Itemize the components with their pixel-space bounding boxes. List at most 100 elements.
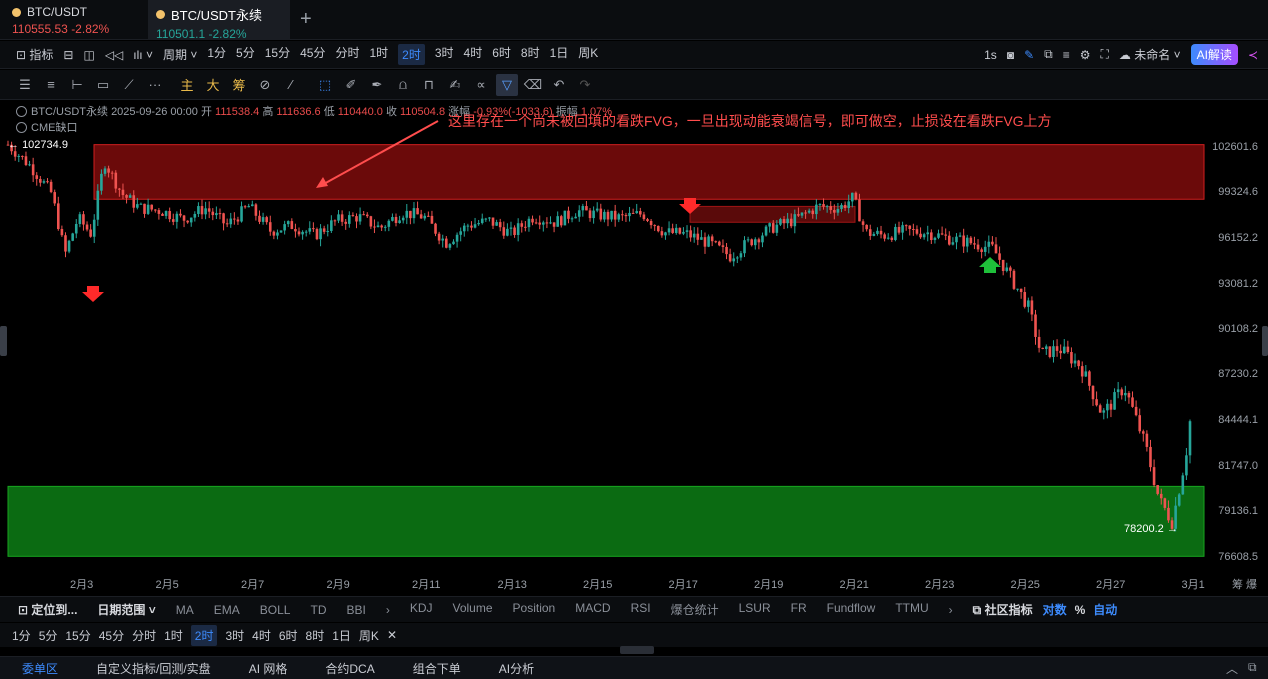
sub-indicator-8[interactable]: Fundflow [827,601,876,618]
undo-icon[interactable]: ↶ [548,74,570,96]
candle-type-icon[interactable]: ılı ˅ [133,48,153,62]
sliders-icon[interactable]: ☰ [14,74,36,96]
magnet-icon[interactable]: ∝ [470,74,492,96]
interval-8[interactable]: 4时 [464,44,483,65]
sub-indicator-9[interactable]: TTMU [895,601,928,618]
sub-indicator-6[interactable]: LSUR [739,601,771,618]
sub-indicator-3[interactable]: MACD [575,601,610,618]
filter-icon[interactable]: ▽ [496,73,518,96]
cloud-save-button[interactable]: ☁ 未命名 ˅ [1119,46,1181,63]
brush-icon[interactable]: ✒ [366,74,388,96]
interval-12[interactable]: 周K [578,44,598,65]
lock-icon[interactable]: ⊓ [418,74,440,96]
bottom-tab-5[interactable]: AI分析 [499,660,534,677]
ai-interpret-button[interactable]: AI解读 [1190,44,1238,65]
settings-icon[interactable]: ⚙ [1080,48,1091,62]
tab-btc-usdt-spot[interactable]: BTC/USDT 110555.53 -2.82% [4,0,146,40]
interval-4[interactable]: 分时 [335,44,359,65]
bottom-tab-0[interactable]: 委单区 [22,660,58,677]
sub-indicator-4[interactable]: RSI [631,601,651,618]
refresh-rate[interactable]: 1s [984,48,997,62]
interval2-2[interactable]: 15分 [65,627,90,644]
interval2-11[interactable]: 1日 [332,627,351,644]
main-indicator-3[interactable]: TD [310,603,326,617]
pencil-icon[interactable]: ✐ [340,74,362,96]
layout-icon[interactable]: ⊟ [63,48,73,62]
interval-1[interactable]: 5分 [236,44,255,65]
lines-icon[interactable]: ≡ [40,74,62,96]
main-indicator-2[interactable]: BOLL [260,603,291,617]
trash-icon[interactable]: ⌫ [522,74,544,96]
calc-icon[interactable]: ⊘ [254,74,276,96]
sub-indicator-2[interactable]: Position [513,601,556,618]
axis-right-tools[interactable]: 筹 爆 [1232,576,1257,592]
main-indicator-0[interactable]: MA [176,603,194,617]
interval2-5[interactable]: 1时 [164,627,183,644]
horizontal-line-icon[interactable]: ⊢ [66,74,88,96]
edit-icon[interactable]: ✍ [444,74,466,96]
interval2-10[interactable]: 8时 [306,627,325,644]
trendline-icon[interactable]: ⟋ [118,74,140,96]
interval2-6[interactable]: 2时 [190,624,218,646]
cme-gap-indicator[interactable]: CME缺口 [16,119,77,135]
more-icon[interactable]: ··· [144,74,166,96]
big-order-button[interactable]: 大 [202,74,224,96]
bottom-tab-1[interactable]: 自定义指标/回测/实盘 [96,660,211,677]
interval2-0[interactable]: 1分 [12,627,31,644]
interval-7[interactable]: 3时 [435,44,454,65]
camera-icon[interactable]: ◙ [1007,48,1014,62]
split-icon[interactable]: ◫ [83,48,94,62]
rectangle-icon[interactable]: ▭ [92,74,114,96]
interval2-8[interactable]: 4时 [252,627,271,644]
bottom-tab-4[interactable]: 组合下单 [413,660,461,677]
chart-area[interactable] [0,101,1268,571]
pen-icon[interactable]: ✎ [1024,48,1034,62]
percent-scale-toggle[interactable]: % [1075,603,1086,617]
indicators-button[interactable]: ⊡ 指标 [16,46,53,63]
select-icon[interactable]: ⬚ [314,74,336,96]
share-icon[interactable]: ≺ [1248,48,1258,62]
sub-indicator-1[interactable]: Volume [453,601,493,618]
close-icon[interactable]: ✕ [387,628,397,642]
chip-button[interactable]: 筹 [228,74,250,96]
locate-button[interactable]: ⊡ 定位到... [18,601,77,618]
interval2-3[interactable]: 45分 [99,627,124,644]
interval2-1[interactable]: 5分 [39,627,58,644]
collapse-icon[interactable]: ︿ [1226,660,1238,677]
date-range-dropdown[interactable]: 日期范围 ˅ [97,601,155,618]
tab-btc-usdt-perp[interactable]: BTC/USDT永续 110501.1 -2.82% [148,0,290,41]
community-indicators-button[interactable]: ⧉ 社区指标 [973,601,1033,618]
interval-0[interactable]: 1分 [207,44,226,65]
log-scale-toggle[interactable]: 对数 [1043,601,1067,618]
add-tab-icon[interactable]: + [300,8,312,31]
sub-more-icon[interactable]: › [949,603,953,617]
measure-icon[interactable]: ⁄ [280,74,302,96]
interval-6[interactable]: 2时 [398,44,425,65]
main-indicator-4[interactable]: BBI [346,603,365,617]
sub-indicator-5[interactable]: 爆仓统计 [671,601,719,618]
interval2-12[interactable]: 周K [359,627,379,644]
main-more-icon[interactable]: › [386,603,390,617]
main-indicator-1[interactable]: EMA [214,603,240,617]
fullscreen-icon[interactable]: ⛶ [1100,47,1108,62]
interval-9[interactable]: 6时 [492,44,511,65]
auto-scale-toggle[interactable]: 自动 [1093,601,1117,618]
popout-icon[interactable]: ⧉ [1248,660,1257,675]
interval-11[interactable]: 1日 [550,44,569,65]
redo-icon[interactable]: ↷ [574,74,596,96]
candlestick-chart[interactable] [0,101,1268,571]
interval2-4[interactable]: 分时 [132,627,156,644]
menu-icon[interactable]: ≡ [1063,48,1070,62]
bottom-tab-3[interactable]: 合约DCA [325,660,374,677]
sub-indicator-0[interactable]: KDJ [410,601,433,618]
interval-5[interactable]: 1时 [369,44,388,65]
sub-indicator-7[interactable]: FR [791,601,807,618]
main-force-button[interactable]: 主 [176,74,198,96]
interval2-7[interactable]: 3时 [225,627,244,644]
bottom-tab-2[interactable]: AI 网格 [249,660,288,677]
interval2-9[interactable]: 6时 [279,627,298,644]
interval-10[interactable]: 8时 [521,44,540,65]
rewind-icon[interactable]: ◁◁ [105,48,123,62]
window-icon[interactable]: ⧉ [1044,47,1053,62]
resize-handle[interactable] [620,646,654,654]
